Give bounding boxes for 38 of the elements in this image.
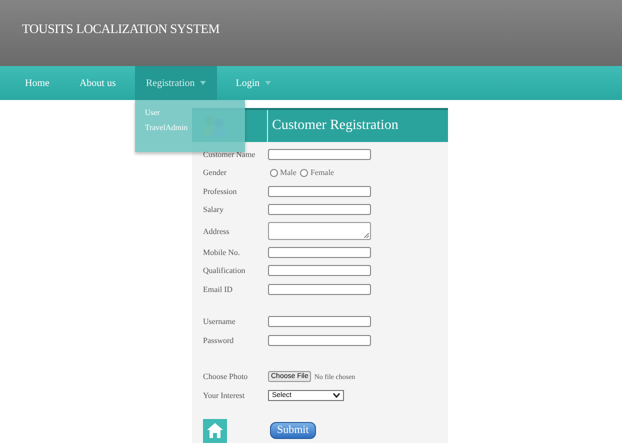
nav-item[interactable]: Registration [134,66,217,100]
text-area[interactable] [268,222,371,240]
menu-item[interactable]: TravelAdmin [144,123,235,132]
nav-item[interactable]: About us [68,66,127,100]
home-icon [207,423,223,438]
home-button[interactable] [203,418,227,442]
field-label: Choose Photo [203,372,249,382]
input-field[interactable] [268,316,371,328]
field-label: Password [203,336,235,345]
nav-item[interactable]: Home [14,66,60,100]
input-field[interactable] [268,284,371,295]
field-label: Username [203,317,236,326]
input-field[interactable] [268,265,371,276]
resize-icon [364,233,369,238]
input-field[interactable] [268,186,371,197]
field-label: Address [203,226,230,236]
field-label: Mobile No. [203,248,241,257]
field-label: Gender [203,168,228,178]
radio-button[interactable] [270,168,278,177]
radio-label: Male [280,168,296,178]
site-title: TOUSITS LOCALIZATION SYSTEM [22,21,220,36]
submit-button[interactable]: Submit [270,422,316,439]
field-label: Salary [203,205,224,214]
field-label: Your Interest [203,390,246,400]
input-field[interactable] [268,204,371,216]
chevron-down-icon [333,392,340,398]
password-field[interactable] [268,334,371,346]
radio-button[interactable] [300,168,308,177]
input-field[interactable] [268,246,371,258]
field-label: Qualification [203,266,246,276]
nav-item[interactable]: Login [224,66,282,100]
input-field[interactable] [268,148,371,160]
field-label: Email ID [203,284,234,294]
field-label: Customer Name [203,150,256,159]
field-label: Profession [203,186,238,196]
menu-item[interactable]: User [144,108,235,117]
form-title: Customer Registration [271,118,398,134]
radio-label: Female [310,168,334,178]
